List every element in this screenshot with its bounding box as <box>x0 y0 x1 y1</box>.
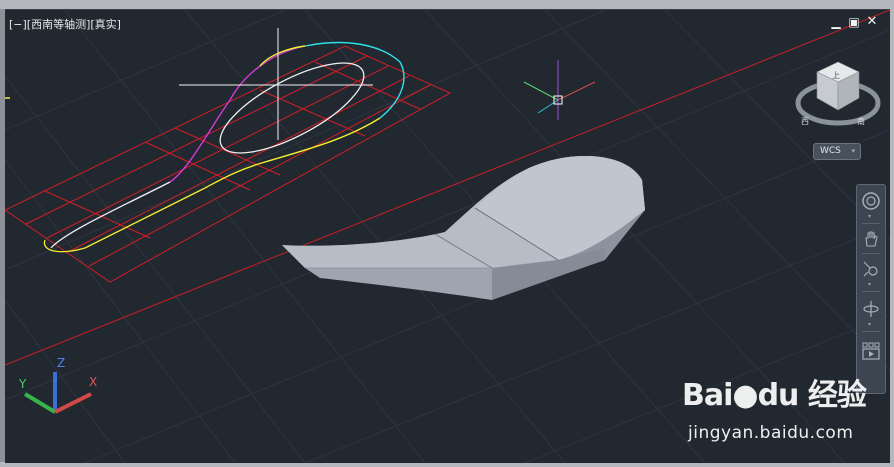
steering-wheel-icon[interactable] <box>861 191 881 211</box>
wcs-dropdown-icon: ▾ <box>851 147 855 155</box>
zoom-extents-icon[interactable] <box>861 259 881 279</box>
drawing-window: Z Y X 上 西 南 [−][西南等轴测][真实] ▁ ▣ ✕ WCS ▾ ▾… <box>0 0 894 467</box>
zoom-caret-icon[interactable]: ▾ <box>868 281 871 288</box>
wcs-label: WCS <box>820 146 841 156</box>
pan-hand-icon[interactable] <box>861 229 881 249</box>
close-viewport-button[interactable]: ✕ <box>865 15 879 29</box>
viewcube[interactable]: 上 西 南 <box>795 61 881 126</box>
viewcube-face-text: 上 <box>832 71 840 80</box>
navigation-bar: ▾ ▾ ▾ <box>856 184 886 394</box>
nav-separator <box>862 223 880 224</box>
orbit-icon[interactable] <box>861 299 881 319</box>
restore-viewport-button[interactable]: ▣ <box>847 15 861 29</box>
spoon-solid <box>282 156 645 300</box>
spoon-outline-top-yellow <box>259 45 306 67</box>
nav-separator <box>862 291 880 292</box>
orbit-caret-icon[interactable]: ▾ <box>868 321 871 328</box>
viewport-view-label[interactable]: [−][西南等轴测][真实] <box>9 16 121 32</box>
ucs-z-label: Z <box>57 356 65 370</box>
viewcube-ring-south: 南 <box>857 116 865 126</box>
construction-axis-line <box>5 10 890 366</box>
minimize-viewport-button[interactable]: ▁ <box>829 15 843 29</box>
wcs-menu[interactable]: WCS ▾ <box>813 143 861 160</box>
ucs-y-label: Y <box>18 377 27 391</box>
nav-separator <box>862 331 880 332</box>
steering-wheel-caret-icon[interactable]: ▾ <box>868 213 871 220</box>
showmotion-icon[interactable] <box>861 341 881 361</box>
viewcube-ring-west: 西 <box>801 117 809 126</box>
watermark-logo: Bai●du 经验 <box>682 378 867 413</box>
ucs-x-label: X <box>89 375 97 389</box>
pivot-tripod <box>523 60 596 120</box>
baidu-jingyan-watermark: Bai●du 经验 jingyan.baidu.com <box>678 368 868 450</box>
nav-separator <box>862 253 880 254</box>
watermark-url: jingyan.baidu.com <box>688 423 854 443</box>
